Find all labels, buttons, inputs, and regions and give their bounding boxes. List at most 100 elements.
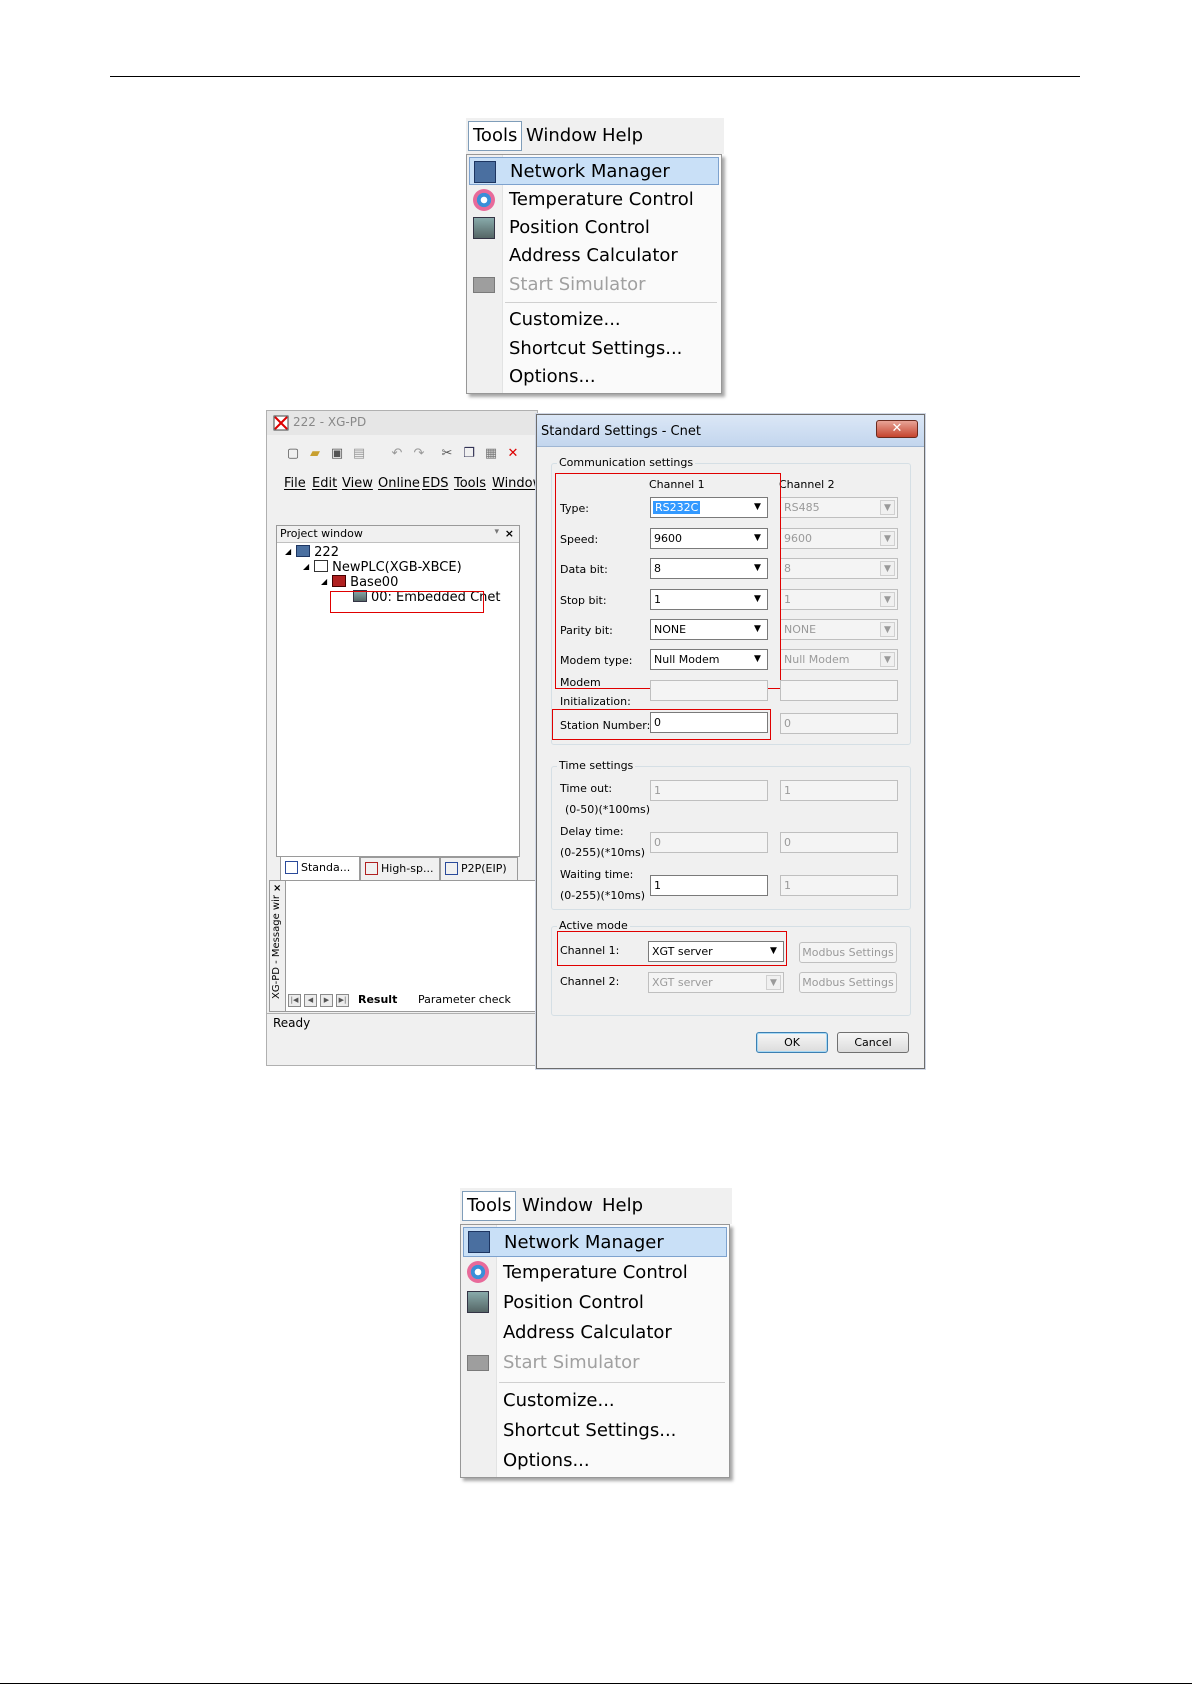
menu-item-customize[interactable]: Customize...	[469, 306, 719, 334]
ch1-stop-bit-select[interactable]: 1 ▼	[650, 589, 768, 610]
chevron-down-icon[interactable]: ▼	[766, 944, 781, 959]
menu-item-network-manager[interactable]: Network Manager	[469, 157, 719, 185]
tools-menu-top: Tools Window Help Network Manager Temper…	[466, 118, 724, 396]
status-bar: Ready	[267, 1013, 537, 1033]
ch1-waiting-time-field[interactable]: 1	[650, 875, 768, 896]
open-folder-icon[interactable]: ▰	[307, 446, 323, 462]
menu-item-network-manager[interactable]: Network Manager	[463, 1227, 727, 1257]
menu-item-label: Position Control	[503, 1292, 644, 1313]
menu-window[interactable]: Window	[492, 476, 537, 491]
menu-item-position-control[interactable]: Position Control	[463, 1288, 727, 1318]
ch1-modem-type-select[interactable]: Null Modem ▼	[650, 649, 768, 670]
menu-help[interactable]: Help	[598, 1191, 647, 1221]
message-window: × XG-PD - Message wir |◀ ◀ ▶ ▶| Result P…	[269, 880, 537, 1012]
ch1-parity-bit-select[interactable]: NONE ▼	[650, 619, 768, 640]
delete-icon[interactable]: ✕	[505, 446, 521, 462]
menu-item-temperature-control[interactable]: Temperature Control	[463, 1258, 727, 1288]
tree-node-cnet[interactable]: 00: Embedded Cnet	[353, 590, 500, 605]
chevron-down-icon[interactable]: ▼	[750, 561, 765, 576]
project-window: Project window ▾ × ◢ 222 ◢ NewPLC(XGB-XBCE…	[276, 525, 520, 857]
tools-menu-bottom: Tools Window Help Network Manager Temper…	[460, 1188, 732, 1478]
next-page-icon[interactable]: ▶	[320, 994, 333, 1007]
tab-result[interactable]: Result	[358, 993, 397, 1006]
menu-edit[interactable]: Edit	[312, 476, 337, 491]
ch2-type-select: RS485 ▼	[780, 497, 898, 518]
copy-icon[interactable]: ❐	[461, 446, 477, 462]
first-page-icon[interactable]: |◀	[288, 994, 301, 1007]
chevron-down-icon: ▼	[880, 531, 895, 546]
last-page-icon[interactable]: ▶|	[336, 994, 349, 1007]
menu-item-start-simulator: Start Simulator	[469, 271, 719, 299]
save-icon[interactable]: ▣	[329, 446, 345, 462]
expand-arrow-icon[interactable]: ◢	[303, 562, 309, 571]
chevron-down-icon[interactable]: ▼	[750, 500, 765, 515]
network-manager-icon	[468, 1231, 490, 1253]
pin-icon[interactable]: ▾	[494, 527, 499, 537]
menu-window[interactable]: Window	[518, 1191, 597, 1221]
cut-icon[interactable]: ✂	[439, 446, 455, 462]
menu-file[interactable]: File	[284, 476, 306, 491]
menu-tools[interactable]: Tools	[468, 121, 523, 151]
menu-item-customize[interactable]: Customize...	[463, 1386, 727, 1416]
status-text: Ready	[273, 1016, 311, 1030]
message-tabs: |◀ ◀ ▶ ▶| Result Parameter check	[288, 993, 537, 1009]
p2p-tab-icon	[445, 862, 458, 875]
close-icon[interactable]: ×	[505, 527, 514, 540]
menu-item-address-calculator[interactable]: Address Calculator	[463, 1318, 727, 1348]
menu-help[interactable]: Help	[598, 121, 647, 151]
chevron-down-icon[interactable]: ▼	[750, 592, 765, 607]
chevron-down-icon: ▼	[880, 592, 895, 607]
menu-item-options[interactable]: Options...	[463, 1446, 727, 1476]
menu-item-options[interactable]: Options...	[469, 363, 719, 391]
new-file-icon[interactable]: ▢	[285, 446, 301, 462]
xgpd-logo-icon	[273, 415, 289, 431]
ch1-data-bit-select[interactable]: 8 ▼	[650, 558, 768, 579]
paste-icon[interactable]: ▦	[483, 446, 499, 462]
prev-page-icon[interactable]: ◀	[304, 994, 317, 1007]
menu-item-shortcut-settings[interactable]: Shortcut Settings...	[463, 1416, 727, 1446]
expand-arrow-icon[interactable]: ◢	[285, 547, 291, 556]
menu-online[interactable]: Online	[378, 476, 420, 491]
close-icon[interactable]: ×	[273, 883, 281, 894]
tree-node-plc[interactable]: ◢ NewPLC(XGB-XBCE)	[303, 560, 462, 575]
chevron-down-icon[interactable]: ▼	[750, 652, 765, 667]
waiting-time-label: Waiting time:	[560, 868, 634, 881]
ch2-modem-init-field	[780, 680, 898, 701]
chevron-down-icon[interactable]: ▼	[750, 622, 765, 637]
menu-item-label: Customize...	[509, 309, 621, 330]
undo-icon[interactable]: ↶	[389, 446, 405, 462]
waiting-range-label: (0-255)(*10ms)	[560, 889, 646, 902]
menu-item-label: Temperature Control	[503, 1262, 688, 1283]
redo-icon[interactable]: ↷	[411, 446, 427, 462]
chevron-down-icon: ▼	[880, 652, 895, 667]
tree-node-project[interactable]: ◢ 222	[285, 545, 339, 560]
tree-node-base[interactable]: ◢ Base00	[321, 575, 398, 590]
tab-p2p-eip[interactable]: P2P(EIP)	[440, 857, 518, 881]
menu-tools[interactable]: Tools	[462, 1191, 517, 1221]
active-channel2-label: Channel 2:	[560, 975, 620, 988]
ch2-modbus-settings-button: Modbus Settings	[799, 972, 897, 993]
tab-standard[interactable]: Standa...	[280, 857, 360, 881]
close-button[interactable]: ✕	[876, 420, 918, 438]
menu-eds[interactable]: EDS	[422, 476, 448, 491]
group-label: Communication settings	[557, 456, 696, 469]
menu-item-address-calculator[interactable]: Address Calculator	[469, 242, 719, 270]
menu-item-shortcut-settings[interactable]: Shortcut Settings...	[469, 335, 719, 363]
ch1-station-number-field[interactable]: 0	[650, 712, 768, 733]
tab-parameter-check[interactable]: Parameter check	[418, 993, 511, 1006]
ch1-speed-select[interactable]: 9600 ▼	[650, 528, 768, 549]
menu-view[interactable]: View	[342, 476, 373, 491]
menu-item-position-control[interactable]: Position Control	[469, 214, 719, 242]
tab-high-speed[interactable]: High-sp...	[360, 857, 440, 881]
menu-item-temperature-control[interactable]: Temperature Control	[469, 186, 719, 214]
chevron-down-icon[interactable]: ▼	[750, 531, 765, 546]
print-icon[interactable]: ▤	[351, 446, 367, 462]
expand-arrow-icon[interactable]: ◢	[321, 577, 327, 586]
ch1-type-select[interactable]: RS232C ▼	[650, 497, 768, 518]
menu-window[interactable]: Window	[522, 121, 601, 151]
menu-item-label: Address Calculator	[503, 1322, 672, 1343]
menu-tools[interactable]: Tools	[454, 476, 486, 491]
cancel-button[interactable]: Cancel	[837, 1032, 909, 1053]
ok-button[interactable]: OK	[756, 1032, 828, 1053]
active-channel1-select[interactable]: XGT server ▼	[648, 941, 784, 962]
